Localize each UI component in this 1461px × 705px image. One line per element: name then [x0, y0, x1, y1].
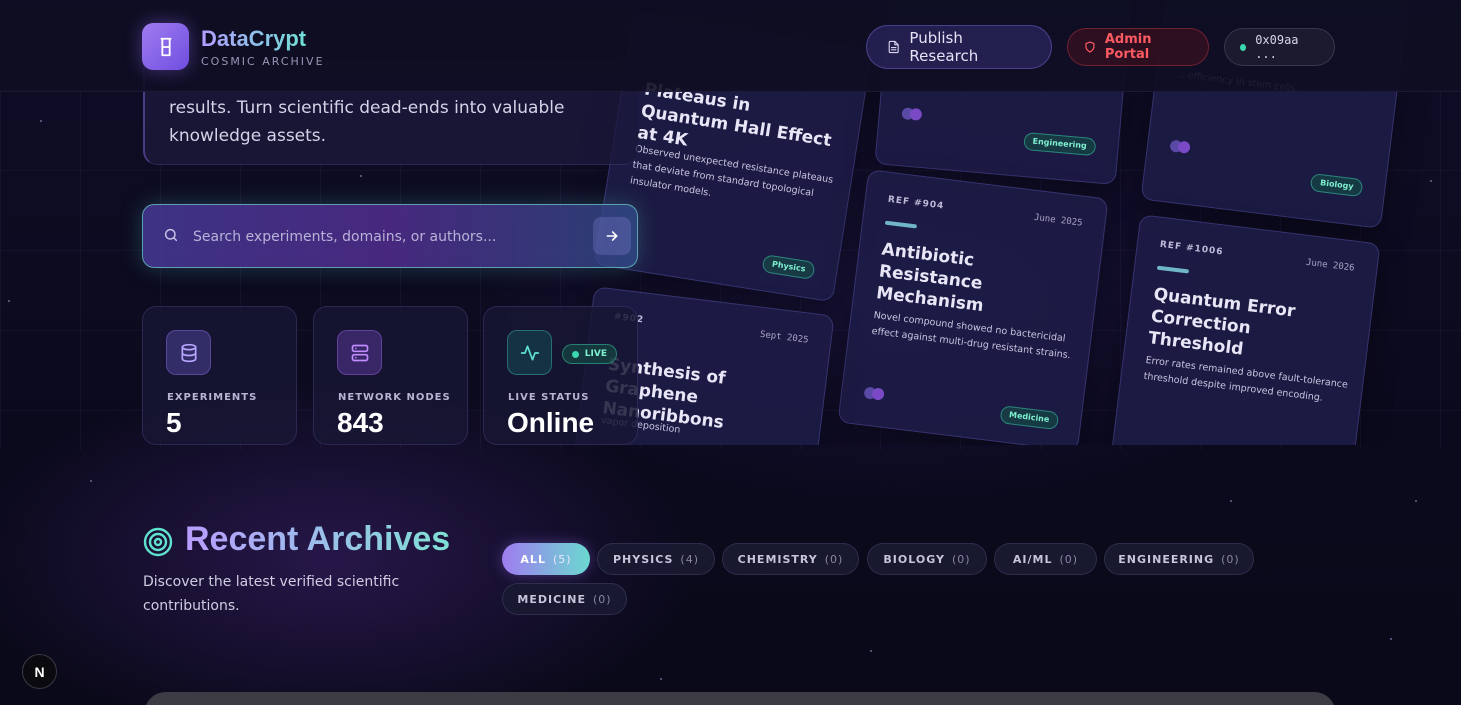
card-accent-bar [884, 220, 918, 229]
stat-value: 5 [166, 407, 182, 438]
filter-chip-all[interactable]: ALL (5) [502, 543, 590, 575]
chip-label: ALL [520, 552, 546, 566]
chip-count: (0) [824, 552, 844, 566]
target-icon [143, 527, 173, 557]
dev-tools-button[interactable]: N [22, 654, 57, 689]
arrow-right-icon [606, 231, 618, 241]
star [1415, 500, 1417, 502]
research-card[interactable]: REF #1006 June 2026 Quantum Error Correc… [1109, 214, 1381, 445]
star [90, 480, 92, 482]
stat-value: 843 [337, 407, 384, 438]
brand-title: DataCrypt [201, 26, 307, 51]
card-ref: REF #904 [887, 194, 945, 212]
chip-count: (0) [951, 552, 971, 566]
card-accent-bar [1156, 265, 1190, 274]
filter-chip-physics[interactable]: PHYSICS (4) [597, 543, 715, 575]
admin-label: Admin Portal [1104, 32, 1152, 62]
content-panel-top [144, 692, 1336, 705]
stat-label: EXPERIMENTS [167, 392, 258, 403]
chip-label: MEDICINE [517, 592, 586, 606]
live-dot [571, 350, 579, 358]
search-icon [164, 228, 178, 242]
card-date: Sept 2025 [759, 329, 810, 346]
database-icon [166, 330, 211, 375]
publish-research-button[interactable]: Publish Research [866, 25, 1052, 69]
chip-count: (4) [680, 552, 700, 566]
chip-count: (0) [592, 592, 612, 606]
author-avatars [1169, 139, 1194, 155]
stat-label: NETWORK NODES [338, 392, 451, 403]
chip-label: AI/ML [1012, 552, 1053, 566]
live-badge: LIVE [561, 344, 617, 364]
search-bar [142, 204, 638, 268]
brand-subtitle: COSMIC ARCHIVE [201, 55, 325, 68]
wallet-button[interactable]: 0x09aa ... [1224, 28, 1335, 66]
status-dot [1240, 43, 1247, 51]
stat-live-status: LIVE LIVE STATUS Online [483, 306, 638, 445]
chip-count: (0) [1221, 552, 1240, 566]
top-navbar: DataCrypt COSMIC ARCHIVE Publish Researc… [0, 0, 1461, 92]
chip-label: BIOLOGY [883, 552, 945, 566]
chip-count: (0) [1059, 552, 1079, 566]
section-subtitle: Discover the latest verified scientific … [143, 574, 400, 614]
filter-chip-biology[interactable]: BIOLOGY (0) [867, 543, 987, 575]
admin-portal-button[interactable]: Admin Portal [1067, 28, 1209, 66]
card-tag: Engineering [1022, 131, 1097, 157]
publish-label: Publish Research [909, 29, 979, 65]
stat-experiments: EXPERIMENTS 5 [142, 306, 297, 445]
chip-count: (5) [552, 552, 572, 566]
document-icon [888, 40, 899, 54]
card-tag: Physics [761, 254, 816, 280]
stat-label: LIVE STATUS [508, 392, 590, 403]
logo[interactable] [142, 23, 189, 70]
author-avatars [901, 107, 926, 121]
star [1390, 638, 1392, 640]
star [870, 650, 872, 652]
search-submit-button[interactable] [593, 217, 631, 255]
card-date: June 2025 [1033, 212, 1084, 229]
card-ref: REF #1006 [1159, 239, 1224, 258]
card-tag: Medicine [999, 405, 1060, 431]
card-date: June 2026 [1305, 257, 1356, 274]
stat-network-nodes: NETWORK NODES 843 [313, 306, 468, 445]
server-icon [337, 330, 382, 375]
chip-label: ENGINEERING [1118, 552, 1215, 566]
author-avatars [863, 386, 888, 401]
card-tag: Biology [1310, 173, 1364, 198]
filter-chip-aiml[interactable]: AI/ML (0) [994, 543, 1097, 575]
star [1230, 500, 1232, 502]
chip-label: CHEMISTRY [737, 552, 818, 566]
filter-chip-chemistry[interactable]: CHEMISTRY (0) [722, 543, 859, 575]
search-input[interactable] [193, 220, 583, 254]
research-card[interactable]: REF #904 June 2025 Antibiotic Resistance… [837, 169, 1109, 445]
chip-label: PHYSICS [612, 552, 674, 566]
flask-icon [160, 37, 171, 56]
star [660, 678, 662, 680]
filter-chip-medicine[interactable]: MEDICINE (0) [502, 583, 627, 615]
shield-icon [1085, 41, 1095, 53]
stat-value: Online [507, 407, 595, 438]
filter-chip-engineering[interactable]: ENGINEERING (0) [1104, 543, 1254, 575]
wallet-address: 0x09aa ... [1255, 33, 1299, 61]
live-badge-label: LIVE [584, 349, 607, 359]
activity-icon [507, 330, 552, 375]
section-title: Recent Archives [185, 520, 451, 558]
intro-text: results. Turn scientific dead-ends into … [169, 98, 565, 146]
